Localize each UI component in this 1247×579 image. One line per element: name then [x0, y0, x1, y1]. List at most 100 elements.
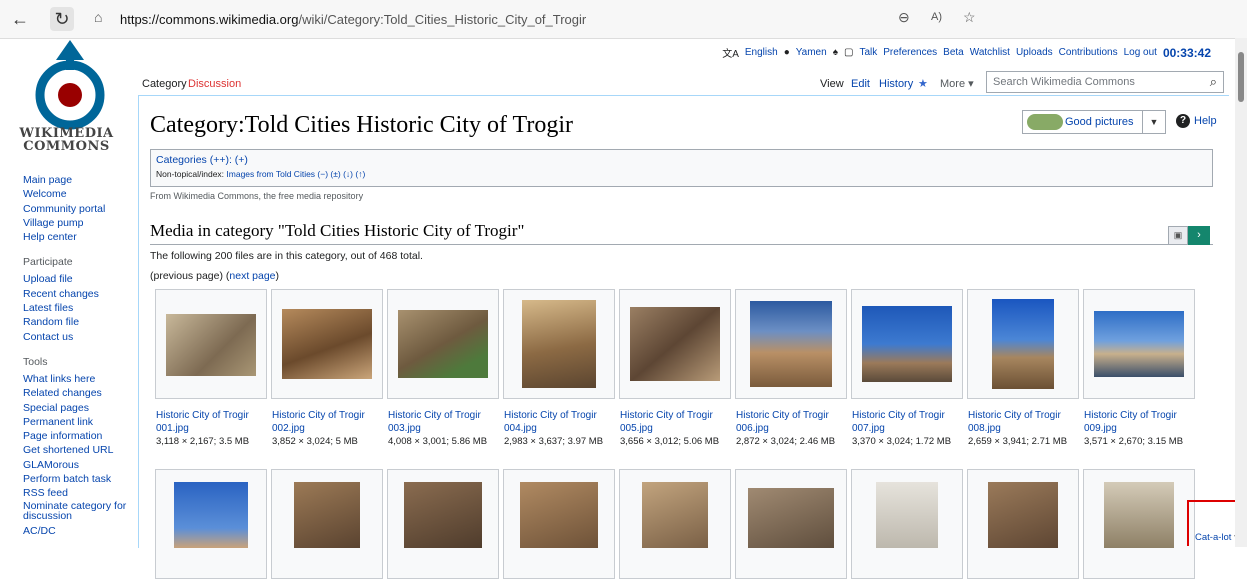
- file-name-link[interactable]: Historic City of Trogir 009.jpg: [1084, 409, 1200, 435]
- chevron-right-icon[interactable]: ›: [1188, 226, 1210, 245]
- notifications-bell-icon[interactable]: ♠: [833, 47, 838, 58]
- site-subtitle: From Wikimedia Commons, the free media r…: [150, 191, 364, 201]
- contributions-link[interactable]: Contributions: [1059, 47, 1118, 58]
- cat-a-lot-label[interactable]: Cat-a-lot ▾: [1195, 532, 1239, 543]
- tab-view[interactable]: View: [816, 74, 848, 94]
- sidebar-item-what-links-here[interactable]: What links here: [23, 372, 133, 386]
- file-count-text: The following 200 files are in this cate…: [150, 250, 423, 262]
- sidebar-item-rss-feed[interactable]: RSS feed: [23, 486, 133, 500]
- search-icon[interactable]: ⌕: [1210, 74, 1217, 90]
- sidebar-item-upload-file[interactable]: Upload file: [23, 272, 133, 286]
- thumbnail[interactable]: [271, 289, 383, 399]
- file-name-link[interactable]: Historic City of Trogir 001.jpg: [156, 409, 272, 435]
- sidebar-item-permanent-link[interactable]: Permanent link: [23, 415, 133, 429]
- sidebar-item-help-center[interactable]: Help center: [23, 230, 133, 244]
- search-input[interactable]: Search Wikimedia Commons ⌕: [986, 71, 1224, 93]
- beta-link[interactable]: Beta: [943, 47, 964, 58]
- language-link[interactable]: English: [745, 47, 778, 58]
- tab-more[interactable]: More ▾: [936, 74, 978, 94]
- thumbnail[interactable]: [387, 469, 499, 579]
- tab-discussion[interactable]: Discussion: [184, 74, 245, 94]
- thumbnail[interactable]: [1083, 289, 1195, 399]
- language-icon[interactable]: 文A: [722, 45, 739, 60]
- good-pictures-label: Good pictures: [1065, 116, 1134, 128]
- thumbnail[interactable]: [271, 469, 383, 579]
- address-bar[interactable]: https://commons.wikimedia.org/wiki/Categ…: [120, 6, 1020, 32]
- sidebar-item-main-page[interactable]: Main page: [23, 173, 133, 187]
- user-link[interactable]: Yamen: [796, 47, 827, 58]
- watchlist-link[interactable]: Watchlist: [970, 47, 1010, 58]
- thumbnail[interactable]: [503, 469, 615, 579]
- next-page-link[interactable]: next page: [229, 270, 275, 282]
- file-name-link[interactable]: Historic City of Trogir 002.jpg: [272, 409, 388, 435]
- sidebar-item-contact-us[interactable]: Contact us: [23, 330, 133, 344]
- file-name-link[interactable]: Historic City of Trogir 007.jpg: [852, 409, 968, 435]
- thumbnail[interactable]: [1083, 469, 1195, 579]
- sidebar-item-recent-changes[interactable]: Recent changes: [23, 287, 133, 301]
- sidebar-item-village-pump[interactable]: Village pump: [23, 216, 133, 230]
- thumbnail[interactable]: [735, 469, 847, 579]
- file-name-link[interactable]: Historic City of Trogir 003.jpg: [388, 409, 504, 435]
- logout-link[interactable]: Log out: [1124, 47, 1157, 58]
- tab-edit[interactable]: Edit: [847, 74, 874, 94]
- help-link[interactable]: ? Help: [1176, 114, 1217, 128]
- uploads-link[interactable]: Uploads: [1016, 47, 1053, 58]
- read-aloud-icon[interactable]: A): [931, 11, 942, 23]
- sidebar-item-glamorous[interactable]: GLAMorous: [23, 458, 133, 472]
- sidebar-item-get-shortened-url[interactable]: Get shortened URL: [23, 443, 133, 457]
- file-meta: 3,370 × 3,024; 1.72 MB: [852, 436, 952, 447]
- site-info-icon[interactable]: ⌂: [94, 9, 102, 25]
- thumbnail[interactable]: [735, 289, 847, 399]
- image-view-icon[interactable]: ▣: [1168, 226, 1188, 245]
- scrollbar-thumb[interactable]: [1238, 52, 1244, 102]
- sidebar-item-perform-batch-task[interactable]: Perform batch task: [23, 472, 133, 486]
- reload-icon[interactable]: ↻: [50, 7, 74, 31]
- file-name-link[interactable]: Historic City of Trogir 006.jpg: [736, 409, 852, 435]
- file-name-link[interactable]: Historic City of Trogir 005.jpg: [620, 409, 736, 435]
- sidebar-item-nominate-category-cont[interactable]: discussion: [23, 510, 133, 521]
- sidebar-item-page-information[interactable]: Page information: [23, 429, 133, 443]
- file-meta: 3,118 × 2,167; 3.5 MB: [156, 436, 250, 447]
- talk-link[interactable]: Talk: [859, 47, 877, 58]
- tab-history[interactable]: History: [875, 74, 917, 94]
- thumbnail[interactable]: [155, 289, 267, 399]
- file-name-link[interactable]: Historic City of Trogir 004.jpg: [504, 409, 620, 435]
- thumbnail[interactable]: [967, 469, 1079, 579]
- previous-page-text: (previous page): [150, 270, 223, 282]
- watch-star-icon[interactable]: ★: [914, 74, 932, 94]
- quality-badge-icon: [1027, 114, 1063, 130]
- tab-category[interactable]: Category: [138, 74, 191, 94]
- sidebar-item-community-portal[interactable]: Community portal: [23, 202, 133, 216]
- thumbnail[interactable]: [967, 289, 1079, 399]
- file-name-link[interactable]: Historic City of Trogir 008.jpg: [968, 409, 1084, 435]
- nontopical-category-link[interactable]: Images from Told Cities: [226, 169, 315, 179]
- file-meta: 3,852 × 3,024; 5 MB: [272, 436, 358, 447]
- sidebar-item-acdc[interactable]: AC/DC: [23, 524, 133, 538]
- zoom-icon[interactable]: ⊖: [898, 9, 910, 26]
- favorite-star-icon[interactable]: ☆: [963, 9, 976, 26]
- good-pictures-dropdown[interactable]: Good pictures ▼: [1022, 110, 1166, 134]
- thumbnail[interactable]: [619, 469, 731, 579]
- sidebar-item-latest-files[interactable]: Latest files: [23, 301, 133, 315]
- thumbnail[interactable]: [851, 289, 963, 399]
- thumbnail[interactable]: [851, 469, 963, 579]
- file-meta: 2,983 × 3,637; 3.97 MB: [504, 436, 604, 447]
- sidebar-item-random-file[interactable]: Random file: [23, 315, 133, 329]
- thumbnail[interactable]: [503, 289, 615, 399]
- messages-tray-icon[interactable]: ▢: [844, 47, 853, 58]
- thumbnail[interactable]: [155, 469, 267, 579]
- thumbnail[interactable]: [619, 289, 731, 399]
- categories-line[interactable]: Categories (++): (+): [156, 154, 1207, 166]
- back-arrow-icon[interactable]: ←: [8, 7, 32, 31]
- utc-clock[interactable]: 00:33:42: [1163, 46, 1211, 60]
- sidebar-item-welcome[interactable]: Welcome: [23, 187, 133, 201]
- sidebar-section-participate: Participate: [23, 256, 73, 269]
- sidebar-item-special-pages[interactable]: Special pages: [23, 401, 133, 415]
- hotcat-controls[interactable]: (−) (±) (↓) (↑): [315, 169, 365, 179]
- thumbnail[interactable]: [387, 289, 499, 399]
- preferences-link[interactable]: Preferences: [883, 47, 937, 58]
- sidebar-item-related-changes[interactable]: Related changes: [23, 386, 133, 400]
- media-heading: Media in category "Told Cities Historic …: [150, 221, 1213, 245]
- page-scrollbar[interactable]: [1235, 38, 1247, 547]
- chevron-down-icon[interactable]: ▼: [1142, 111, 1165, 133]
